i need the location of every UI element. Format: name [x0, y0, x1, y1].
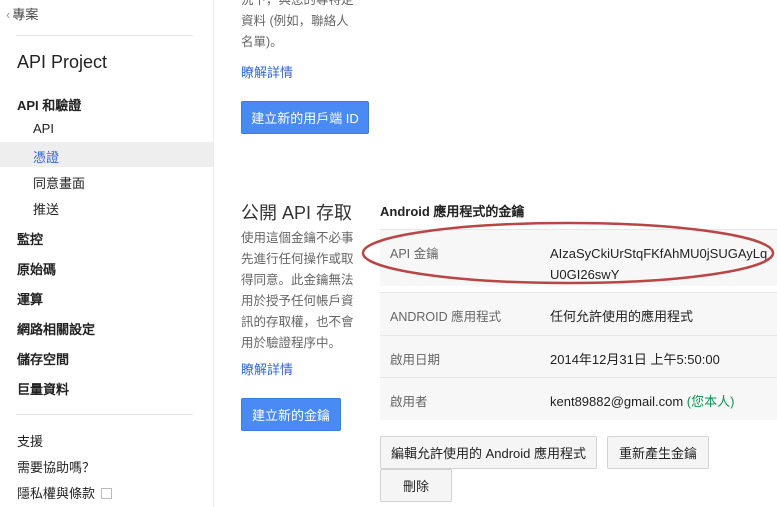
regenerate-key-button[interactable]: 重新產生金鑰 [607, 436, 709, 469]
activated-by-label: 啟用者 [390, 395, 428, 409]
sidebar-section-api-auth[interactable]: API 和驗證 [17, 95, 81, 114]
learn-more-link-oauth[interactable]: 瞭解詳情 [241, 62, 293, 81]
sidebar-item-source-code[interactable]: 原始碼 [17, 259, 56, 278]
table-row-activated-by: 啟用者 kent89882@gmail.com (您本人) [380, 377, 777, 420]
delete-button[interactable]: 刪除 [380, 469, 452, 502]
table-row-activation-date: 啟用日期 2014年12月31日 上午5:50:00 [380, 335, 777, 378]
android-app-label: ANDROID 應用程式 [390, 310, 502, 324]
activation-date-value: 2014年12月31日 上午5:50:00 [550, 352, 720, 367]
user-email: kent89882@gmail.com [550, 394, 684, 409]
key-table-title: Android 應用程式的金鑰 [380, 204, 525, 219]
desc-line: 得同意。此金鑰無法 [241, 273, 354, 287]
desc-line: 況下，與您的專特定 [241, 0, 354, 7]
back-to-projects-link[interactable]: ‹ 專案 [6, 4, 38, 23]
sidebar-item-storage[interactable]: 儲存空間 [17, 349, 69, 368]
edit-android-apps-button[interactable]: 編輯允許使用的 Android 應用程式 [380, 436, 597, 469]
desc-line: 資料 (例如，聯絡人 [241, 14, 349, 28]
you-badge: (您本人) [686, 394, 735, 409]
sidebar-item-push[interactable]: 推送 [33, 199, 59, 218]
public-api-description: 使用這個金鑰不必事 先進行任何操作或取 得同意。此金鑰無法 用於授予任何帳戶資 … [241, 228, 371, 354]
chevron-left-icon: ‹ [6, 7, 11, 22]
highlight-ellipse [361, 221, 775, 285]
sidebar: ‹ 專案 API Project API 和驗證 API 憑證 同意畫面 推送 監… [0, 0, 214, 507]
privacy-terms-label: 隱私權與條款 [17, 486, 96, 501]
active-item-highlight [0, 142, 213, 167]
desc-line: 用於驗證程序中。 [241, 336, 342, 350]
sidebar-item-networking[interactable]: 網路相關設定 [17, 319, 95, 338]
sidebar-item-api[interactable]: API [33, 121, 54, 136]
activated-by-value: kent89882@gmail.com (您本人) [550, 391, 734, 410]
project-name[interactable]: API Project [17, 52, 107, 73]
external-link-icon [101, 488, 113, 499]
sidebar-item-help[interactable]: 需要協助嗎？ [17, 457, 95, 476]
activation-date-label: 啟用日期 [390, 353, 441, 367]
sidebar-item-privacy-terms[interactable]: 隱私權與條款 [17, 483, 113, 502]
table-row-android-app: ANDROID 應用程式 任何允許使用的應用程式 [380, 292, 777, 335]
sidebar-item-monitoring[interactable]: 監控 [17, 229, 43, 248]
oauth-description: 況下，與您的專特定 資料 (例如，聯絡人 名單)。 [241, 0, 371, 53]
create-client-id-button[interactable]: 建立新的用戶端 ID [241, 101, 369, 134]
sidebar-item-big-data[interactable]: 巨量資料 [17, 379, 69, 398]
divider [16, 35, 193, 36]
sidebar-item-consent-screen[interactable]: 同意畫面 [33, 173, 85, 192]
back-label: 專案 [12, 7, 39, 22]
sidebar-item-support[interactable]: 支援 [17, 431, 43, 450]
sidebar-item-compute[interactable]: 運算 [17, 289, 43, 308]
desc-line: 用於授予任何帳戶資 [241, 294, 354, 308]
desc-line: 使用這個金鑰不必事 [241, 231, 354, 245]
public-api-title: 公開 API 存取 [241, 203, 353, 223]
desc-line: 訊的存取權，也不會 [241, 315, 354, 329]
create-new-key-button[interactable]: 建立新的金鑰 [241, 398, 341, 431]
divider [16, 414, 193, 415]
desc-line: 名單)。 [241, 35, 283, 49]
sidebar-item-credentials[interactable]: 憑證 [33, 147, 59, 166]
android-app-value: 任何允許使用的應用程式 [550, 309, 694, 324]
desc-line: 先進行任何操作或取 [241, 252, 354, 266]
learn-more-link-public-api[interactable]: 瞭解詳情 [241, 359, 293, 378]
